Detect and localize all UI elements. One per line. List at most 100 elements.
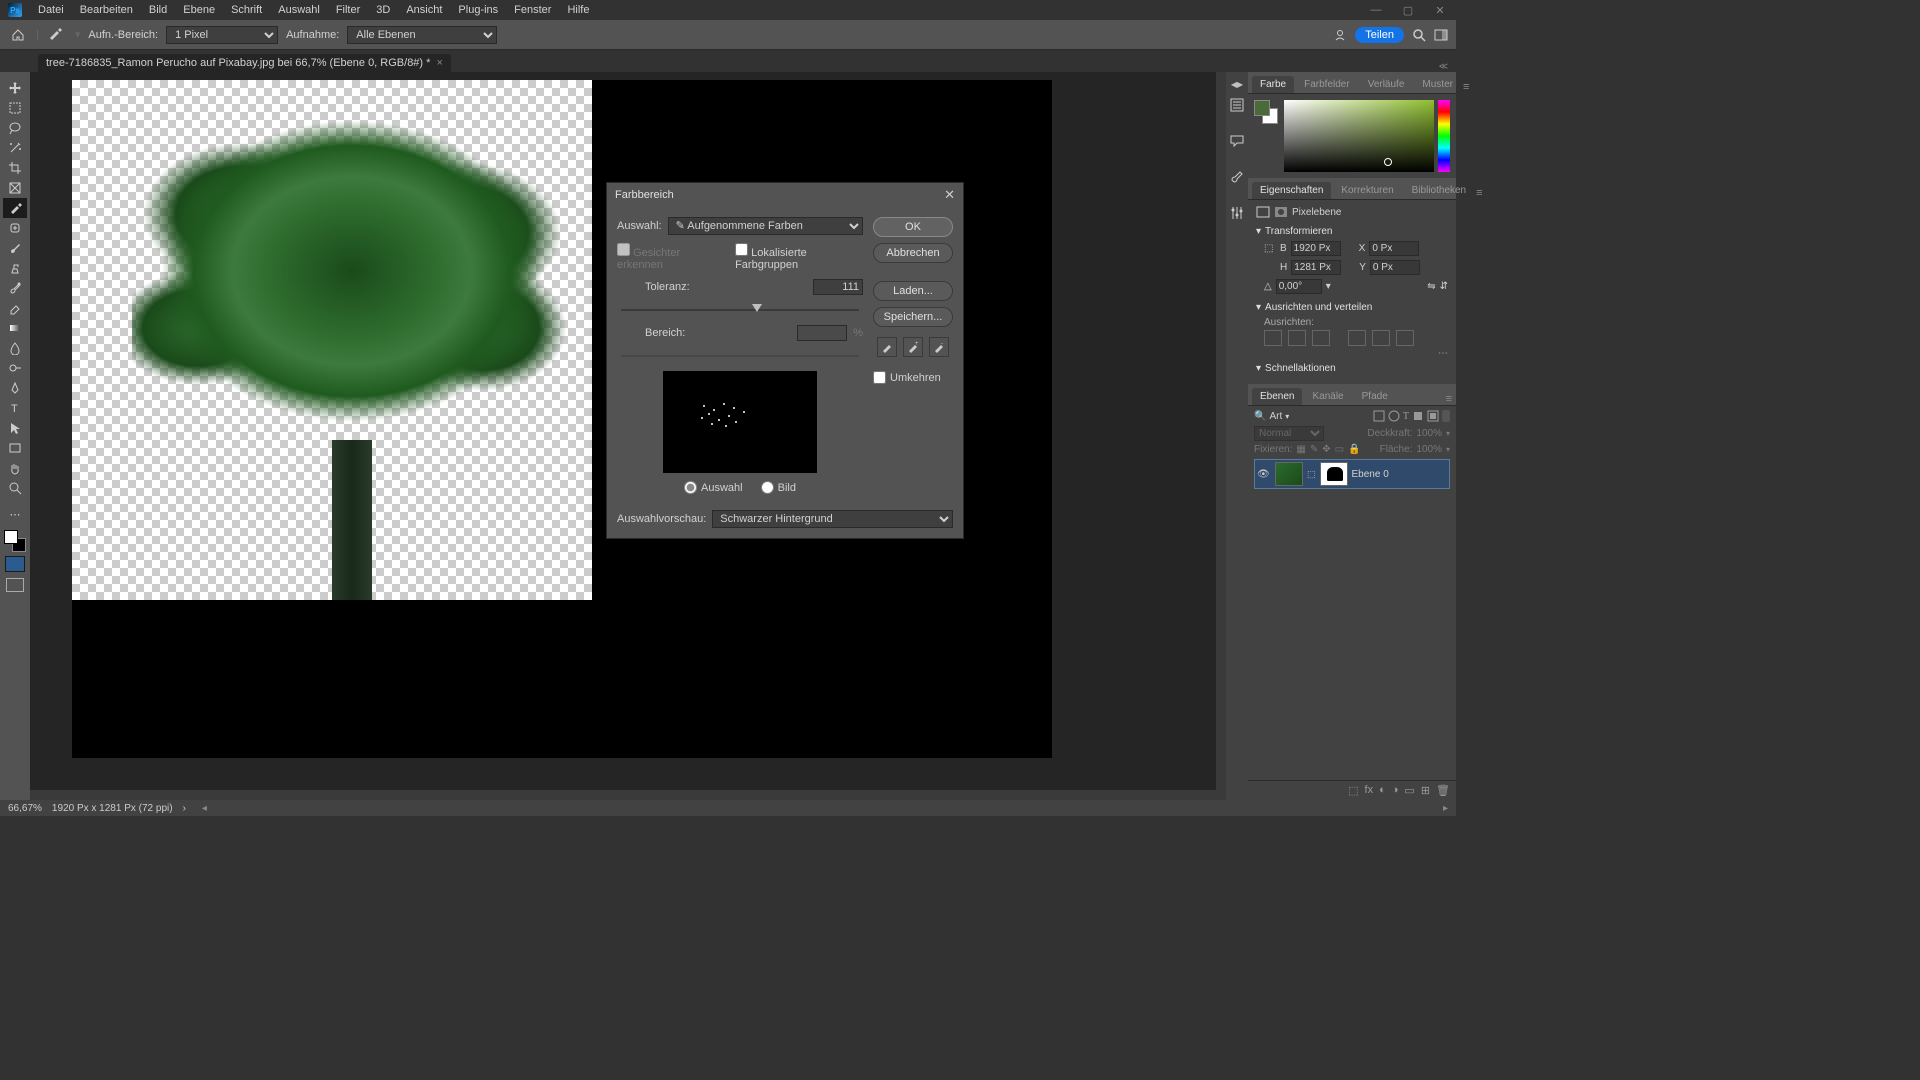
- workspace-icon[interactable]: [1434, 28, 1448, 42]
- tab-farbe[interactable]: Farbe: [1252, 76, 1294, 93]
- new-group-icon[interactable]: ▭: [1404, 784, 1414, 797]
- menu-plugins[interactable]: Plug-ins: [450, 4, 506, 16]
- delete-layer-icon[interactable]: 🗑: [1436, 784, 1450, 797]
- comments-panel-icon[interactable]: [1229, 133, 1245, 149]
- lock-pixels-icon[interactable]: ✎: [1310, 444, 1318, 455]
- selection-preview[interactable]: [663, 371, 817, 473]
- align-bottom-icon[interactable]: [1396, 330, 1414, 346]
- marquee-tool[interactable]: [3, 98, 27, 118]
- color-swatches[interactable]: [1254, 100, 1278, 124]
- angle-dropdown-icon[interactable]: ▾: [1326, 281, 1331, 292]
- share-button[interactable]: Teilen: [1355, 27, 1404, 43]
- ok-button[interactable]: OK: [873, 217, 953, 237]
- lock-position-icon[interactable]: ✥: [1322, 444, 1330, 455]
- filter-type-icon[interactable]: T: [1403, 411, 1409, 422]
- eyedropper-icon[interactable]: [877, 337, 897, 357]
- align-center-v-icon[interactable]: [1372, 330, 1390, 346]
- selection-preview-dropdown[interactable]: Schwarzer Hintergrund: [712, 510, 953, 528]
- new-adjustment-icon[interactable]: ◑: [1392, 784, 1399, 797]
- move-tool[interactable]: [3, 78, 27, 98]
- home-icon[interactable]: [8, 25, 28, 45]
- select-mode-dropdown[interactable]: ✎ Aufgenommene Farben: [668, 217, 863, 235]
- tab-farbfelder[interactable]: Farbfelder: [1296, 76, 1358, 93]
- new-layer-icon[interactable]: ⊞: [1421, 784, 1430, 797]
- history-brush-tool[interactable]: [3, 278, 27, 298]
- path-selection-tool[interactable]: [3, 418, 27, 438]
- eyedropper-tool-icon[interactable]: [47, 25, 67, 45]
- section-transformieren[interactable]: ▾ Transformieren: [1256, 222, 1448, 241]
- cloud-docs-icon[interactable]: [1333, 28, 1347, 42]
- layer-thumbnail[interactable]: [1275, 462, 1303, 486]
- menu-ebene[interactable]: Ebene: [175, 4, 223, 16]
- document-tab-close-icon[interactable]: ×: [436, 57, 442, 69]
- menu-hilfe[interactable]: Hilfe: [559, 4, 597, 16]
- search-icon[interactable]: [1412, 28, 1426, 42]
- magic-wand-tool[interactable]: [3, 138, 27, 158]
- load-button[interactable]: Laden...: [873, 281, 953, 301]
- link-wh-icon[interactable]: ⬚: [1264, 243, 1276, 254]
- menu-filter[interactable]: Filter: [328, 4, 368, 16]
- panel-menu-icon[interactable]: ≡: [1446, 393, 1452, 405]
- dialog-titlebar[interactable]: Farbbereich ✕: [607, 183, 963, 207]
- edit-toolbar-icon[interactable]: ⋯: [3, 504, 27, 524]
- history-panel-icon[interactable]: [1229, 97, 1245, 113]
- menu-ansicht[interactable]: Ansicht: [398, 4, 450, 16]
- tab-overflow-icon[interactable]: ≪: [1439, 61, 1448, 72]
- rectangle-tool[interactable]: [3, 438, 27, 458]
- adjustments-panel-icon[interactable]: [1229, 205, 1245, 221]
- lock-transparency-icon[interactable]: ▦: [1296, 444, 1305, 455]
- angle-input[interactable]: [1276, 279, 1322, 294]
- blend-mode-select[interactable]: Normal: [1254, 426, 1324, 441]
- tab-bibliotheken[interactable]: Bibliotheken: [1404, 182, 1474, 199]
- window-close-icon[interactable]: ✕: [1424, 4, 1456, 17]
- brushes-panel-icon[interactable]: [1229, 169, 1245, 185]
- frame-tool[interactable]: [3, 178, 27, 198]
- filter-smartobj-icon[interactable]: [1427, 410, 1439, 422]
- cancel-button[interactable]: Abbrechen: [873, 243, 953, 263]
- tab-pfade[interactable]: Pfade: [1354, 388, 1396, 405]
- tab-kanaele[interactable]: Kanäle: [1304, 388, 1351, 405]
- layer-filter-search-icon[interactable]: 🔍: [1254, 411, 1266, 422]
- color-field[interactable]: [1284, 100, 1434, 172]
- layer-name[interactable]: Ebene 0: [1352, 469, 1389, 480]
- layer-row[interactable]: 👁 ⬚ Ebene 0: [1254, 459, 1450, 489]
- align-left-icon[interactable]: [1264, 330, 1282, 346]
- menu-bearbeiten[interactable]: Bearbeiten: [72, 4, 141, 16]
- healing-brush-tool[interactable]: [3, 218, 27, 238]
- status-expand-icon[interactable]: ›: [183, 803, 186, 814]
- document-tab[interactable]: tree-7186835_Ramon Perucho auf Pixabay.j…: [38, 54, 451, 72]
- opacity-value[interactable]: 100%: [1416, 428, 1442, 439]
- window-minimize-icon[interactable]: —: [1360, 4, 1392, 17]
- save-button[interactable]: Speichern...: [873, 307, 953, 327]
- expand-panels-icon[interactable]: ◀▶: [1231, 80, 1243, 89]
- quick-mask-icon[interactable]: [5, 556, 25, 572]
- lock-all-icon[interactable]: 🔒: [1348, 444, 1360, 455]
- align-right-icon[interactable]: [1312, 330, 1330, 346]
- filter-pixel-icon[interactable]: [1373, 410, 1385, 422]
- x-input[interactable]: [1369, 241, 1419, 256]
- fuzziness-slider[interactable]: [621, 303, 859, 317]
- fill-value[interactable]: 100%: [1416, 444, 1442, 455]
- window-maximize-icon[interactable]: ▢: [1392, 4, 1424, 17]
- preview-image-radio[interactable]: Bild: [761, 481, 796, 494]
- section-schnellaktionen[interactable]: ▾ Schnellaktionen: [1256, 359, 1448, 378]
- horizontal-scrollbar[interactable]: [30, 790, 1216, 800]
- dodge-tool[interactable]: [3, 358, 27, 378]
- preview-selection-radio[interactable]: Auswahl: [684, 481, 743, 494]
- filter-toggle[interactable]: [1442, 410, 1450, 422]
- layer-mask-thumbnail[interactable]: [1320, 462, 1348, 486]
- tab-muster[interactable]: Muster: [1414, 76, 1461, 93]
- section-ausrichten[interactable]: ▾ Ausrichten und verteilen: [1256, 298, 1448, 317]
- height-input[interactable]: [1291, 260, 1341, 275]
- crop-tool[interactable]: [3, 158, 27, 178]
- lock-artboard-icon[interactable]: ▭: [1335, 444, 1344, 455]
- link-layers-icon[interactable]: ⬚: [1348, 784, 1358, 797]
- menu-bild[interactable]: Bild: [141, 4, 175, 16]
- gradient-tool[interactable]: [3, 318, 27, 338]
- menu-datei[interactable]: Datei: [30, 4, 72, 16]
- blur-tool[interactable]: [3, 338, 27, 358]
- clone-stamp-tool[interactable]: [3, 258, 27, 278]
- eyedropper-add-icon[interactable]: +: [903, 337, 923, 357]
- add-mask-icon[interactable]: ◐: [1379, 784, 1386, 797]
- menu-auswahl[interactable]: Auswahl: [270, 4, 328, 16]
